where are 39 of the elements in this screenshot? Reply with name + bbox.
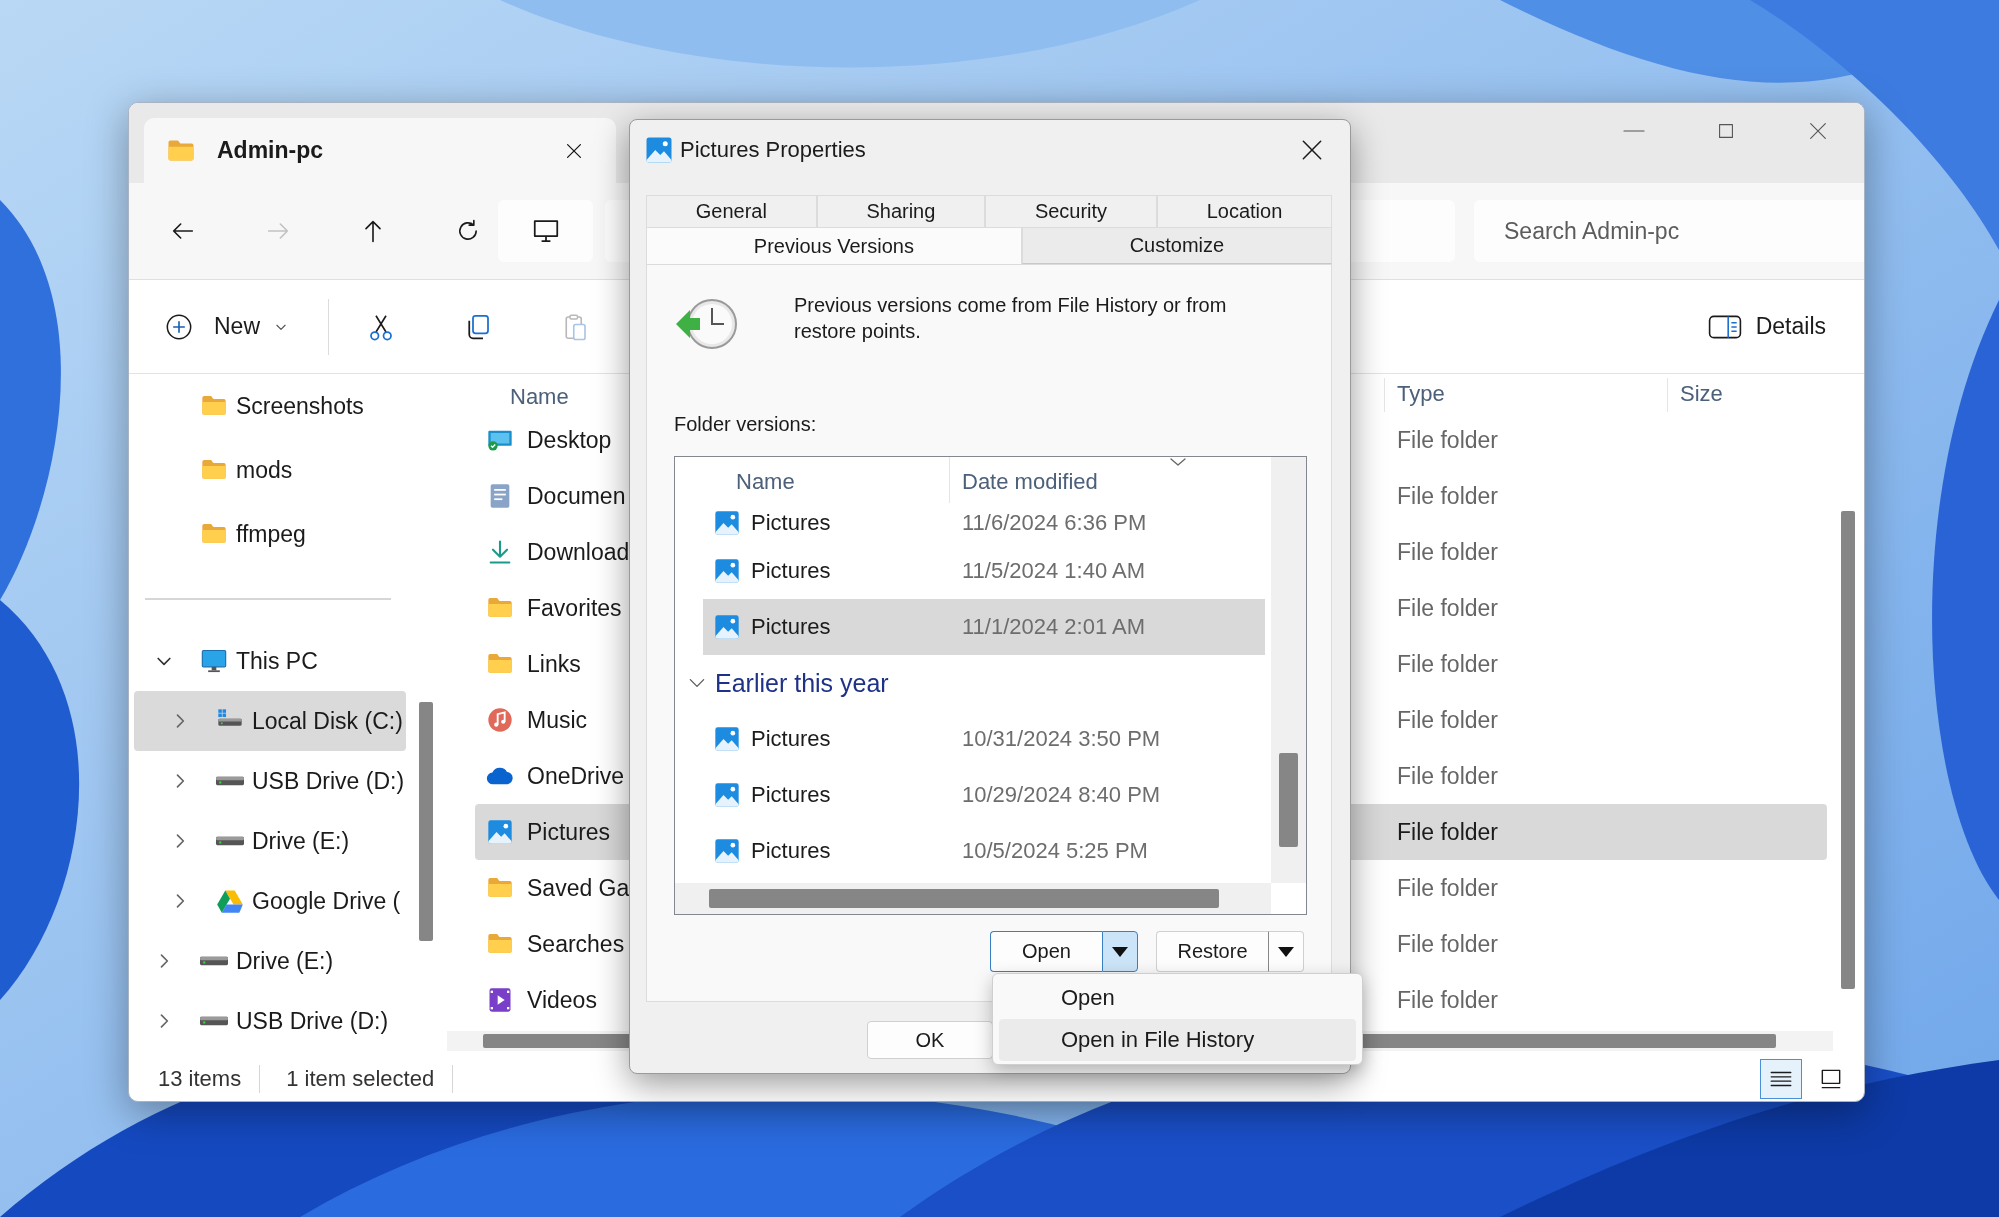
file-name: OneDrive bbox=[527, 762, 625, 790]
version-name: Pictures bbox=[751, 614, 831, 640]
description-text: Previous versions come from File History or from restore points. bbox=[794, 293, 1228, 344]
version-date: 11/5/2024 1:40 AM bbox=[961, 558, 1147, 584]
file-name: Links bbox=[527, 650, 581, 678]
file-name: Music bbox=[527, 706, 588, 734]
version-name: Pictures bbox=[751, 558, 831, 584]
file-type: File folder bbox=[1396, 930, 1499, 958]
file-name: Documen bbox=[527, 482, 626, 510]
version-date: 10/29/2024 8:40 PM bbox=[961, 782, 1162, 808]
item-count: 13 items bbox=[158, 1066, 242, 1092]
version-date: 11/6/2024 6:36 PM bbox=[961, 510, 1148, 536]
selection-count: 1 item selected bbox=[286, 1066, 435, 1092]
dialog-title: Pictures Properties bbox=[680, 137, 866, 163]
file-type: File folder bbox=[1396, 482, 1499, 510]
version-name: Pictures bbox=[751, 510, 831, 536]
file-type: File folder bbox=[1396, 874, 1499, 902]
file-name: Searches bbox=[527, 930, 625, 958]
file-name: Pictures bbox=[527, 818, 611, 846]
file-type: File folder bbox=[1396, 762, 1499, 790]
file-type: File folder bbox=[1396, 538, 1499, 566]
file-type: File folder bbox=[1396, 986, 1499, 1014]
version-name: Pictures bbox=[751, 782, 831, 808]
file-type: File folder bbox=[1396, 818, 1499, 846]
file-name: Saved Ga bbox=[527, 874, 630, 902]
version-name: Pictures bbox=[751, 726, 831, 752]
version-date: 10/31/2024 3:50 PM bbox=[961, 726, 1162, 752]
file-type: File folder bbox=[1396, 650, 1499, 678]
file-type: File folder bbox=[1396, 706, 1499, 734]
file-type: File folder bbox=[1396, 426, 1499, 454]
version-date: 11/1/2024 2:01 AM bbox=[961, 614, 1147, 640]
file-type: File folder bbox=[1396, 594, 1499, 622]
list-label: Folder versions: bbox=[674, 412, 818, 436]
file-name: Desktop bbox=[527, 426, 612, 454]
version-date: 10/5/2024 5:25 PM bbox=[961, 838, 1149, 864]
version-name: Pictures bbox=[751, 838, 831, 864]
file-name: Download bbox=[527, 538, 630, 566]
file-name: Favorites bbox=[527, 594, 622, 622]
file-name: Videos bbox=[527, 986, 597, 1014]
